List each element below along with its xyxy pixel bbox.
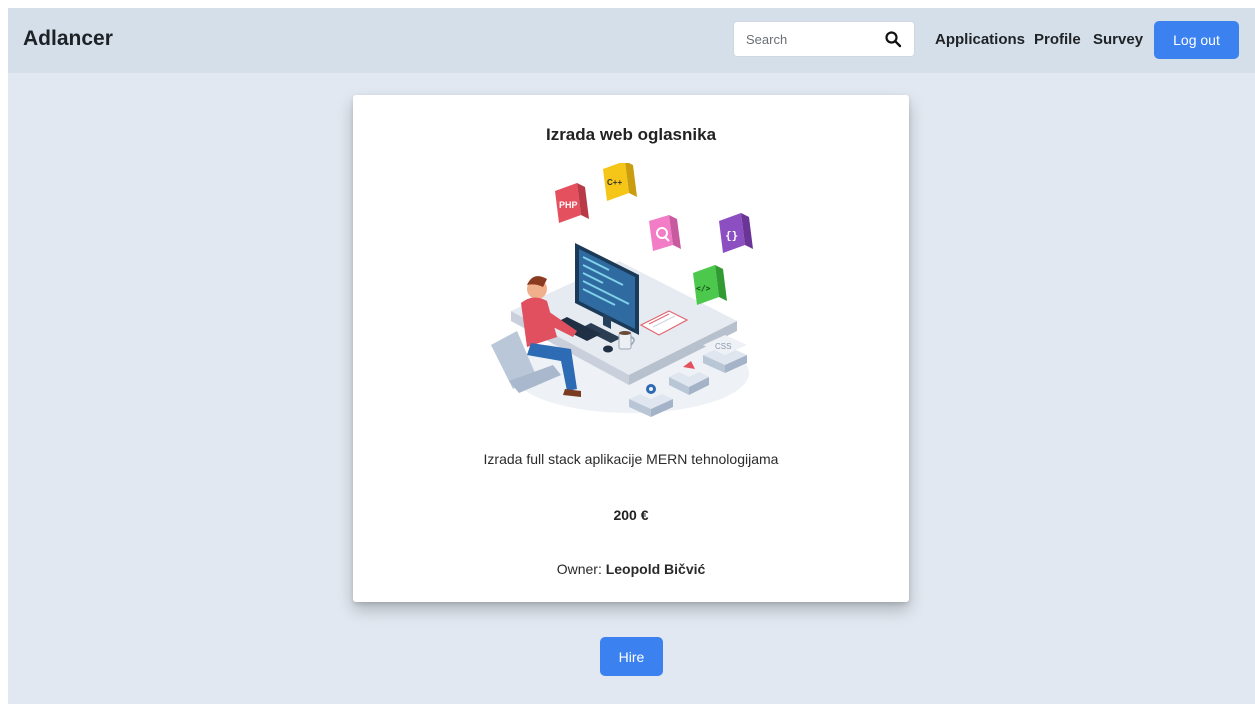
search-box[interactable] — [733, 21, 915, 57]
php-block-icon: PHP — [555, 183, 589, 223]
svg-text:</>: </> — [696, 284, 711, 293]
app-root: Adlancer Applications Profile Survey Log… — [8, 8, 1255, 704]
svg-text:{}: {} — [725, 229, 738, 242]
job-price: 200 € — [613, 507, 649, 523]
nav-link-survey[interactable]: Survey — [1093, 31, 1143, 48]
braces-block-icon: {} — [719, 213, 753, 253]
search-input[interactable] — [734, 22, 886, 56]
job-card: Izrada web oglasnika PHP C++ {} </> CSS … — [353, 95, 909, 602]
nav-link-applications[interactable]: Applications — [935, 31, 1025, 48]
svg-text:C++: C++ — [607, 178, 622, 187]
owner-name: Leopold Bičvić — [605, 561, 706, 577]
search-block-icon — [649, 215, 681, 251]
job-owner: Owner: Leopold Bičvić — [353, 561, 909, 577]
brand-logo[interactable]: Adlancer — [23, 27, 113, 51]
svg-text:CSS: CSS — [715, 342, 731, 351]
job-description: Izrada full stack aplikacije MERN tehnol… — [483, 451, 779, 467]
developer-illustration: PHP C++ {} </> CSS — [491, 163, 753, 417]
navbar: Adlancer Applications Profile Survey Log… — [8, 8, 1255, 73]
cplusplus-block-icon: C++ — [603, 163, 637, 201]
search-icon[interactable] — [884, 30, 902, 48]
owner-label: Owner: — [556, 561, 602, 577]
logout-button[interactable]: Log out — [1154, 21, 1239, 59]
html-tag-block-icon: </> — [693, 265, 727, 305]
hire-button[interactable]: Hire — [600, 637, 663, 676]
job-title: Izrada web oglasnika — [545, 125, 717, 144]
svg-text:PHP: PHP — [559, 200, 578, 210]
nav-link-profile[interactable]: Profile — [1034, 31, 1081, 48]
